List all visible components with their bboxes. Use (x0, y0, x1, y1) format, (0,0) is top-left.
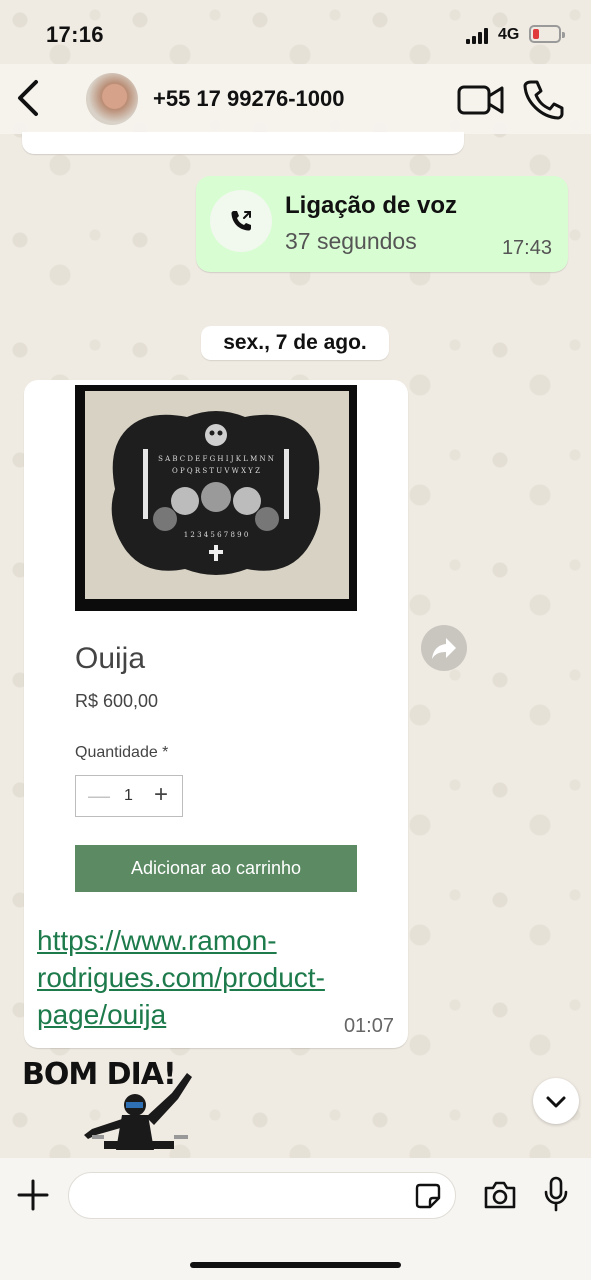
sticker-button[interactable] (415, 1183, 441, 1209)
contact-avatar[interactable] (86, 73, 138, 125)
attach-button[interactable] (16, 1178, 50, 1212)
camera-icon (484, 1181, 516, 1209)
voice-call-button[interactable] (522, 78, 564, 120)
message-input[interactable] (85, 1181, 405, 1211)
product-name: Ouija (75, 642, 146, 675)
voice-call-message[interactable]: Ligação de voz 37 segundos 17:43 (196, 176, 568, 272)
phone-icon (523, 80, 564, 120)
product-image[interactable]: S A B C D E F G H I J K L M N N O P Q R … (75, 385, 357, 611)
camera-button[interactable] (483, 1180, 517, 1210)
date-separator: sex., 7 de ago. (201, 326, 389, 360)
quantity-label: Quantidade * (75, 744, 169, 761)
add-to-cart-button[interactable]: Adicionar ao carrinho (75, 845, 357, 892)
sticker-icon (415, 1183, 441, 1209)
quantity-value: 1 (124, 787, 133, 804)
video-camera-icon (457, 85, 504, 115)
signal-strength-icon (466, 28, 492, 44)
sticker-message[interactable]: BOM DIA! (22, 1055, 202, 1160)
ouija-board-image: S A B C D E F G H I J K L M N N O P Q R … (111, 411, 321, 575)
product-message[interactable]: S A B C D E F G H I J K L M N N O P Q R … (24, 380, 408, 1048)
scroll-to-bottom-button[interactable] (533, 1078, 579, 1124)
microphone-icon (544, 1176, 568, 1212)
battery-icon (529, 25, 565, 43)
contact-name[interactable]: +55 17 99276-1000 (153, 86, 344, 112)
chat-header: +55 17 99276-1000 (0, 64, 591, 134)
motorcycle-rider-sticker (84, 1073, 192, 1150)
quantity-stepper: — 1 + (75, 775, 183, 817)
call-duration: 37 segundos (285, 228, 417, 254)
quantity-decrease-button[interactable]: — (88, 783, 110, 809)
back-button[interactable] (14, 78, 48, 118)
status-bar: 17:16 4G (0, 0, 591, 64)
plus-icon (17, 1179, 49, 1211)
microphone-button[interactable] (543, 1176, 569, 1212)
outgoing-call-icon (231, 211, 251, 231)
board-letters-top: S A B C D E F G H I J K L M N N (158, 455, 274, 463)
forward-arrow-icon (432, 638, 456, 659)
home-indicator[interactable] (190, 1262, 401, 1268)
call-title: Ligação de voz (285, 192, 458, 219)
message-composer (0, 1158, 591, 1280)
message-timestamp: 17:43 (501, 237, 552, 259)
board-letters-mid: O P Q R S T U V W X Y Z (172, 467, 260, 475)
message-timestamp: 01:07 (343, 1015, 394, 1037)
previous-message-bubble (22, 132, 464, 154)
status-time: 17:16 (46, 22, 104, 47)
forward-button[interactable] (421, 625, 467, 671)
chevron-left-icon (18, 80, 38, 116)
network-type: 4G (498, 26, 520, 43)
video-call-button[interactable] (456, 80, 506, 120)
board-digits: 1 2 3 4 5 6 7 8 9 0 (184, 531, 249, 539)
message-input-container (68, 1172, 456, 1219)
chevron-down-icon (546, 1096, 566, 1108)
product-link[interactable]: https://www.ramon-rodrigues.com/product-… (37, 922, 367, 1033)
product-price: R$ 600,00 (75, 691, 159, 711)
quantity-increase-button[interactable]: + (154, 781, 168, 809)
call-icon-circle (210, 190, 272, 252)
